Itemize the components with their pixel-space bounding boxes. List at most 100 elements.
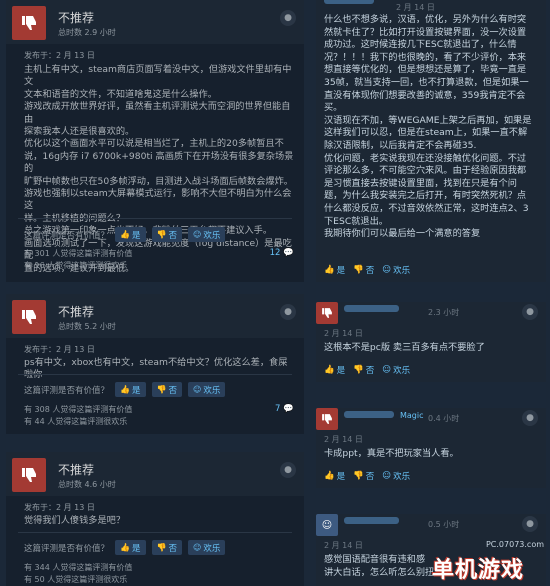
avatar [316, 408, 338, 430]
smile-icon: ☺ [192, 230, 202, 239]
comment-date: 2 月 14 日 [396, 3, 435, 12]
review-stats: 有 301 人觉得这篇评测有价值 有 16 人觉得这篇评测很欢乐 [24, 249, 133, 270]
thumbs-down-icon: 👎 [353, 365, 364, 375]
smile-icon: ☺ [382, 365, 392, 375]
no-button[interactable]: 👎 否 [151, 227, 182, 242]
commenter-name-blurred [344, 517, 399, 524]
review-verdict: 不推荐 [58, 11, 95, 25]
comment-playtime: 0.4 小时 [428, 414, 460, 423]
comment-text: 这根本不是pc版 卖三百多有点不要脸了 [324, 342, 485, 353]
funny-button[interactable]: ☺ 欢乐 [187, 540, 226, 555]
thumbs-up-icon: 👍 [324, 265, 335, 275]
comment-text: 卡成ppt，真是不把玩家当人看。 [324, 448, 459, 459]
review-verdict: 不推荐 [58, 463, 95, 477]
review-body: 主机上有中文，steam商店页面写着没中文，但游戏文件里却有中文 文本和语音的文… [24, 64, 294, 274]
thumbs-up-icon: 👍 [324, 365, 335, 375]
helpful-bar: 这篇评测是否有价值？ 👍 是 👎 否 ☺ 欢乐 [24, 382, 226, 397]
yes-button[interactable]: 👍 是 [324, 264, 345, 276]
review-verdict: 不推荐 [58, 305, 95, 319]
review-card-1: 不推荐 总时数 2.9 小时 ● 发布于：2 月 13 日 主机上有中文，ste… [6, 0, 304, 282]
divider [18, 374, 292, 375]
helpful-question: 这篇评测是否有价值？ [24, 543, 110, 554]
thumbs-up-icon: 👍 [324, 471, 335, 481]
header-icons: ● [280, 462, 296, 478]
commenter-name-blurred [324, 0, 374, 4]
thumbs-down-icon [12, 300, 46, 334]
no-button[interactable]: 👎 否 [151, 382, 182, 397]
thumbs-down-icon: 👎 [156, 543, 167, 552]
yes-button[interactable]: 👍 是 [324, 364, 345, 376]
comment-2: 2.3 小时 ● 2 月 14 日 这根本不是pc版 卖三百多有点不要脸了 👍 是… [316, 302, 546, 382]
review-card-3: 不推荐 总时数 4.6 小时 ● 发布于：2 月 13 日 觉得我们人傻钱多是吧… [6, 452, 304, 586]
review-hours: 总时数 5.2 小时 [58, 322, 116, 331]
no-button[interactable]: 👎 否 [353, 364, 374, 376]
steam-icon[interactable]: ● [280, 10, 296, 26]
helpful-question: 这篇评测是否有价值？ [24, 230, 110, 241]
funny-button[interactable]: ☺ 欢乐 [382, 264, 410, 276]
commenter-name-blurred [344, 305, 399, 312]
helpful-bar: 这篇评测是否有价值？ 👍 是 👎 否 ☺ 欢乐 [24, 227, 226, 242]
review-date: 发布于：2 月 13 日 [24, 503, 95, 512]
comment-date: 2 月 14 日 [324, 435, 363, 444]
thumbs-down-icon: 👎 [156, 385, 167, 394]
avatar: ☺ [316, 514, 338, 536]
comment-date: 2 月 14 日 [324, 329, 363, 338]
smile-icon: ☺ [382, 471, 392, 481]
funny-button[interactable]: ☺ 欢乐 [187, 227, 226, 242]
yes-button[interactable]: 👍 是 [324, 470, 345, 482]
divider [18, 218, 292, 219]
avatar [316, 302, 338, 324]
comment-3: Magic 0.4 小时 ● 2 月 14 日 卡成ppt，真是不把玩家当人看。… [316, 408, 546, 488]
steam-icon[interactable]: ● [522, 516, 538, 532]
yes-button[interactable]: 👍 是 [115, 382, 146, 397]
header-icons: ● [280, 304, 296, 320]
thumbs-up-icon: 👍 [120, 385, 130, 394]
review-body: 觉得我们人傻钱多是吧？ [24, 515, 126, 526]
comment-vote-bar: 👍 是 👎 否 ☺ 欢乐 [324, 264, 410, 276]
helpful-bar: 这篇评测是否有价值？ 👍 是 👎 否 ☺ 欢乐 [24, 540, 226, 555]
review-card-2: 不推荐 总时数 5.2 小时 ● 发布于：2 月 13 日 ps有中文，xbox… [6, 294, 304, 434]
comment-date: 2 月 14 日 [324, 541, 363, 550]
review-header: 不推荐 总时数 2.9 小时 ● [6, 0, 304, 44]
thumbs-down-icon [12, 458, 46, 492]
comment-count[interactable]: 7 💬 [275, 404, 294, 414]
no-button[interactable]: 👎 否 [353, 470, 374, 482]
steam-icon[interactable]: ● [280, 304, 296, 320]
review-stats: 有 308 人觉得这篇评测有价值 有 44 人觉得这篇评测很欢乐 [24, 405, 133, 426]
header-icons: ● [280, 10, 296, 26]
comment-vote-bar: 👍 是 👎 否 ☺ 欢乐 [324, 364, 410, 376]
steam-icon[interactable]: ● [522, 304, 538, 320]
no-button[interactable]: 👎 否 [151, 540, 182, 555]
comment-playtime: 2.3 小时 [428, 308, 460, 317]
steam-icon[interactable]: ● [280, 462, 296, 478]
comment-count[interactable]: 12 💬 [270, 248, 294, 258]
watermark-logo: 单机游戏 [431, 558, 524, 583]
comment-1: 2 月 14 日 什么也不想多说，汉语，优化，另外为什么有时突 然就卡住了？比如… [316, 0, 546, 282]
no-button[interactable]: 👎 否 [353, 264, 374, 276]
steam-icon[interactable]: ● [522, 410, 538, 426]
user-icon: ☺ [321, 519, 333, 531]
funny-button[interactable]: ☺ 欢乐 [382, 364, 410, 376]
watermark-url: PC.07073.com [485, 540, 544, 549]
comment-vote-bar: 👍 是 👎 否 ☺ 欢乐 [324, 470, 410, 482]
comment-icon: 💬 [283, 248, 294, 258]
review-header: 不推荐 总时数 5.2 小时 ● [6, 294, 304, 338]
thumbs-down-icon [12, 6, 46, 40]
smile-icon: ☺ [192, 543, 202, 552]
commenter-name[interactable]: Magic [400, 411, 424, 420]
comment-playtime: 0.5 小时 [428, 520, 460, 529]
funny-button[interactable]: ☺ 欢乐 [187, 382, 226, 397]
helpful-question: 这篇评测是否有价值？ [24, 385, 110, 396]
comment-text: 什么也不想多说，汉语，优化，另外为什么有时突 然就卡住了？比如打开设置按键界面，… [324, 14, 532, 240]
yes-button[interactable]: 👍 是 [115, 540, 146, 555]
funny-button[interactable]: ☺ 欢乐 [382, 470, 410, 482]
thumbs-down-icon: 👎 [353, 471, 364, 481]
thumbs-up-icon: 👍 [120, 230, 130, 239]
commenter-name-blurred [344, 411, 394, 418]
review-stats: 有 344 人觉得这篇评测有价值 有 50 人觉得这篇评测很欢乐 [24, 563, 133, 584]
yes-button[interactable]: 👍 是 [115, 227, 146, 242]
thumbs-up-icon: 👍 [120, 543, 130, 552]
review-date: 发布于：2 月 13 日 [24, 345, 95, 354]
thumbs-down-icon: 👎 [156, 230, 167, 239]
thumbs-down-icon: 👎 [353, 265, 364, 275]
